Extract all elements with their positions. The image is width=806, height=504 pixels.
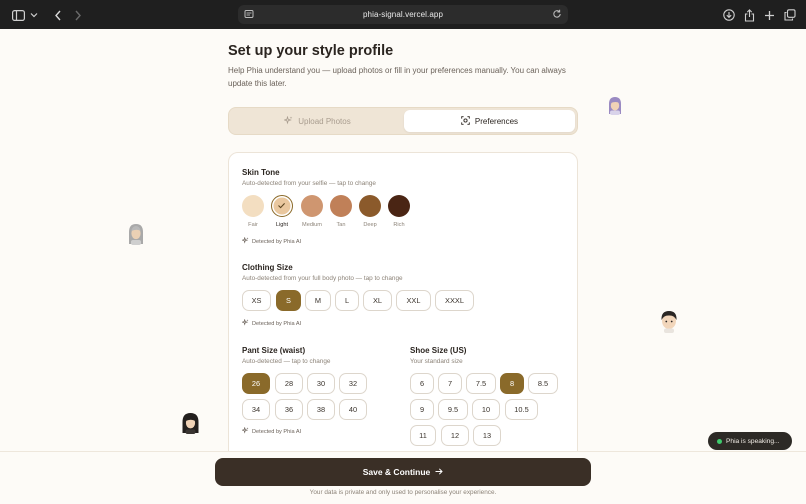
shoe-size-option[interactable]: 9.5 bbox=[438, 399, 468, 420]
pant-size-detected: Detected by Phia AI bbox=[241, 426, 302, 436]
shoe-size-option[interactable]: 11 bbox=[410, 425, 436, 446]
clothing-size-option[interactable]: XXL bbox=[396, 290, 431, 311]
chevron-down-icon[interactable] bbox=[26, 7, 42, 23]
clothing-size-option[interactable]: XS bbox=[242, 290, 271, 311]
sidebar-toggle-icon[interactable] bbox=[10, 7, 26, 23]
preferences-card: Skin Tone Auto-detected from your selfie… bbox=[228, 152, 578, 472]
address-bar[interactable]: phia-signal.vercel.app bbox=[238, 5, 568, 24]
skin-swatch-deep[interactable] bbox=[359, 195, 381, 217]
save-button-label: Save & Continue bbox=[362, 467, 431, 477]
pant-size-option[interactable]: 32 bbox=[339, 373, 367, 394]
speaking-indicator: Phia is speaking... bbox=[708, 432, 792, 450]
tab-label: Upload Photos bbox=[298, 116, 351, 126]
detected-label: Detected by Phia AI bbox=[252, 320, 302, 327]
tab-label: Preferences bbox=[474, 116, 519, 126]
skin-label-tan: Tan bbox=[336, 222, 346, 228]
sparkle-icon bbox=[241, 236, 249, 246]
reload-icon[interactable] bbox=[552, 9, 562, 19]
save-continue-button[interactable]: Save & Continue bbox=[215, 458, 591, 486]
skin-tone-description: Auto-detected from your selfie — tap to … bbox=[242, 180, 376, 187]
browser-toolbar: phia-signal.vercel.app bbox=[0, 0, 806, 29]
avatar-dark-hair bbox=[659, 309, 679, 338]
tab-preferences[interactable]: Preferences bbox=[404, 110, 575, 132]
privacy-note: Your data is private and only used to pe… bbox=[309, 489, 497, 496]
new-tab-icon[interactable] bbox=[761, 7, 777, 23]
speaking-text: Phia is speaking... bbox=[726, 437, 780, 445]
url-text: phia-signal.vercel.app bbox=[362, 10, 444, 19]
page-icon bbox=[244, 9, 254, 19]
status-dot-icon bbox=[717, 438, 722, 444]
skin-swatch-rich[interactable] bbox=[388, 195, 410, 217]
clothing-size-heading: Clothing Size bbox=[242, 263, 293, 272]
scan-icon bbox=[461, 115, 470, 127]
pant-size-option[interactable]: 40 bbox=[339, 399, 367, 420]
skin-swatch-light[interactable] bbox=[271, 195, 293, 217]
pant-size-option[interactable]: 34 bbox=[242, 399, 270, 420]
skin-swatch-medium[interactable] bbox=[301, 195, 323, 217]
skin-label-deep: Deep bbox=[363, 222, 377, 228]
share-icon[interactable] bbox=[741, 7, 757, 23]
clothing-size-option[interactable]: L bbox=[335, 290, 359, 311]
shoe-size-option[interactable]: 7 bbox=[438, 373, 462, 394]
tab-upload-photos[interactable]: Upload Photos bbox=[232, 110, 403, 132]
clothing-size-option[interactable]: XL bbox=[363, 290, 392, 311]
shoe-size-option[interactable]: 13 bbox=[473, 425, 501, 446]
pant-size-option[interactable]: 36 bbox=[275, 399, 303, 420]
shoe-size-option[interactable]: 10 bbox=[472, 399, 500, 420]
tab-overview-icon[interactable] bbox=[782, 7, 798, 23]
forward-icon[interactable] bbox=[70, 7, 86, 23]
pant-size-option[interactable]: 38 bbox=[307, 399, 335, 420]
arrow-right-icon bbox=[435, 467, 443, 477]
download-icon[interactable] bbox=[721, 7, 737, 23]
check-icon bbox=[278, 203, 285, 209]
pant-size-description: Auto-detected — tap to change bbox=[242, 358, 331, 365]
avatar-gray-hair bbox=[127, 223, 145, 250]
skin-swatch-fair[interactable] bbox=[242, 195, 264, 217]
avatar-purple-hair bbox=[607, 96, 623, 120]
skin-label-medium: Medium bbox=[302, 222, 322, 228]
pant-size-heading: Pant Size (waist) bbox=[242, 346, 306, 355]
shoe-size-description: Your standard size bbox=[410, 358, 463, 365]
shoe-size-option[interactable]: 8.5 bbox=[528, 373, 558, 394]
shoe-size-option[interactable]: 12 bbox=[441, 425, 469, 446]
shoe-size-option[interactable]: 7.5 bbox=[466, 373, 496, 394]
clothing-size-option[interactable]: M bbox=[305, 290, 331, 311]
avatar-black-hair bbox=[181, 412, 200, 439]
mode-tabs: Upload Photos Preferences bbox=[228, 107, 578, 135]
sparkle-icon bbox=[241, 426, 249, 436]
skin-tone-detected: Detected by Phia AI bbox=[241, 236, 302, 246]
page-subtitle: Help Phia understand you — upload photos… bbox=[228, 66, 566, 88]
pant-size-option-selected[interactable]: 26 bbox=[242, 373, 270, 394]
clothing-size-description: Auto-detected from your full body photo … bbox=[242, 275, 403, 282]
clothing-size-option[interactable]: XXXL bbox=[435, 290, 474, 311]
shoe-size-option[interactable]: 6 bbox=[410, 373, 434, 394]
clothing-size-detected: Detected by Phia AI bbox=[241, 318, 302, 328]
skin-swatch-tan[interactable] bbox=[330, 195, 352, 217]
pant-size-option[interactable]: 28 bbox=[275, 373, 303, 394]
skin-label-rich: Rich bbox=[393, 222, 405, 228]
sparkle-icon bbox=[283, 115, 293, 127]
shoe-size-heading: Shoe Size (US) bbox=[410, 346, 467, 355]
clothing-size-option-selected[interactable]: S bbox=[276, 290, 301, 311]
detected-label: Detected by Phia AI bbox=[252, 428, 302, 435]
shoe-size-option-selected[interactable]: 8 bbox=[500, 373, 524, 394]
skin-label-fair: Fair bbox=[248, 222, 258, 228]
back-icon[interactable] bbox=[50, 7, 66, 23]
page-title: Set up your style profile bbox=[228, 43, 394, 59]
pant-size-option[interactable]: 30 bbox=[307, 373, 335, 394]
shoe-size-option[interactable]: 10.5 bbox=[505, 399, 538, 420]
shoe-size-option[interactable]: 9 bbox=[410, 399, 434, 420]
sparkle-icon bbox=[241, 318, 249, 328]
skin-tone-heading: Skin Tone bbox=[242, 168, 280, 177]
skin-label-light: Light bbox=[275, 222, 289, 228]
detected-label: Detected by Phia AI bbox=[252, 238, 302, 245]
